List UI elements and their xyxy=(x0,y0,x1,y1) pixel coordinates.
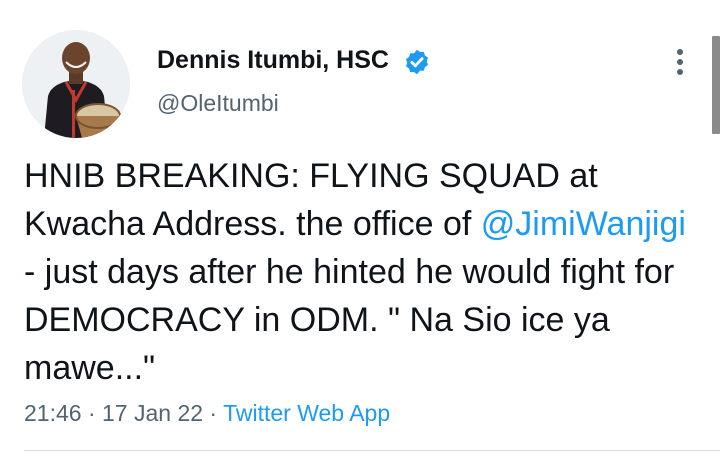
person-with-drum-avatar-icon xyxy=(22,30,130,138)
divider xyxy=(24,450,720,451)
meta-separator: · xyxy=(203,400,224,426)
verified-badge-icon xyxy=(406,49,428,75)
tweet-card: Dennis Itumbi, HSC @OleItumbi HNIB BREAK… xyxy=(0,0,720,457)
author-handle[interactable]: @OleItumbi xyxy=(157,90,279,117)
tweet-date[interactable]: 17 Jan 22 xyxy=(102,400,203,426)
meta-separator: · xyxy=(81,400,103,426)
author-name[interactable]: Dennis Itumbi, HSC xyxy=(157,46,389,75)
tweet-time[interactable]: 21:46 xyxy=(24,400,82,426)
tweet-meta: 21:46 · 17 Jan 22 · Twitter Web App xyxy=(24,400,390,427)
scrollbar[interactable] xyxy=(712,36,720,134)
tweet-source-link[interactable]: Twitter Web App xyxy=(223,400,390,426)
avatar[interactable] xyxy=(22,30,130,138)
more-options-icon[interactable] xyxy=(664,44,696,80)
mention-link[interactable]: @JimiWanjigi xyxy=(481,205,686,243)
tweet-text-part: - just days after he hinted he would fig… xyxy=(24,253,675,387)
tweet-text: HNIB BREAKING: FLYING SQUAD at Kwacha Ad… xyxy=(24,152,704,392)
